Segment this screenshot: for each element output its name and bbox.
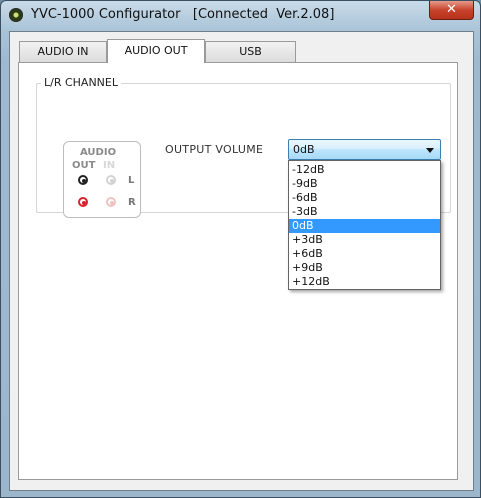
volume-option[interactable]: -9dB: [289, 177, 440, 191]
audio-title: AUDIO: [80, 147, 117, 158]
jack-out-right-icon: [78, 197, 88, 207]
channel-left-label: L: [128, 175, 135, 186]
jack-in-right-icon: [106, 197, 116, 207]
tab-usb[interactable]: USB: [205, 41, 296, 62]
tab-audio-out[interactable]: AUDIO OUT: [107, 39, 205, 63]
volume-option[interactable]: +9dB: [289, 261, 440, 275]
audio-in-label: IN: [103, 160, 116, 171]
audio-connector-panel: AUDIO OUT IN L R: [63, 141, 141, 218]
window-title: YVC-1000 Configurator [Connected Ver.2.0…: [31, 7, 335, 22]
volume-option[interactable]: -6dB: [289, 191, 440, 205]
close-button[interactable]: ✕: [429, 1, 474, 20]
output-volume-select[interactable]: 0dB: [288, 139, 441, 160]
volume-option[interactable]: +3dB: [289, 233, 440, 247]
volume-option[interactable]: +6dB: [289, 247, 440, 261]
tab-audio-in[interactable]: AUDIO IN: [19, 41, 107, 62]
output-volume-value: 0dB: [293, 143, 315, 156]
channel-right-label: R: [128, 197, 136, 208]
title-bar[interactable]: YVC-1000 Configurator [Connected Ver.2.0…: [1, 1, 480, 31]
app-window: YVC-1000 Configurator [Connected Ver.2.0…: [0, 0, 481, 498]
client-area: AUDIO IN AUDIO OUT USB L/R CHANNEL AUDIO…: [9, 31, 474, 491]
output-volume-dropdown: -12dB -9dB -6dB -3dB 0dB +3dB +6dB +9dB …: [288, 160, 441, 290]
volume-option[interactable]: -12dB: [289, 163, 440, 177]
app-icon: [9, 8, 23, 22]
group-label: L/R CHANNEL: [41, 76, 121, 89]
output-volume-label: OUTPUT VOLUME: [165, 143, 264, 156]
volume-option[interactable]: -3dB: [289, 205, 440, 219]
audio-out-label: OUT: [72, 160, 96, 171]
chevron-down-icon[interactable]: [426, 148, 434, 153]
volume-option[interactable]: +12dB: [289, 275, 440, 289]
jack-out-left-icon: [78, 175, 88, 185]
tab-panel-audio-out: L/R CHANNEL AUDIO OUT IN L R OUTPUT VOLU…: [18, 62, 458, 480]
jack-in-left-icon: [106, 175, 116, 185]
volume-option-selected[interactable]: 0dB: [289, 219, 440, 233]
